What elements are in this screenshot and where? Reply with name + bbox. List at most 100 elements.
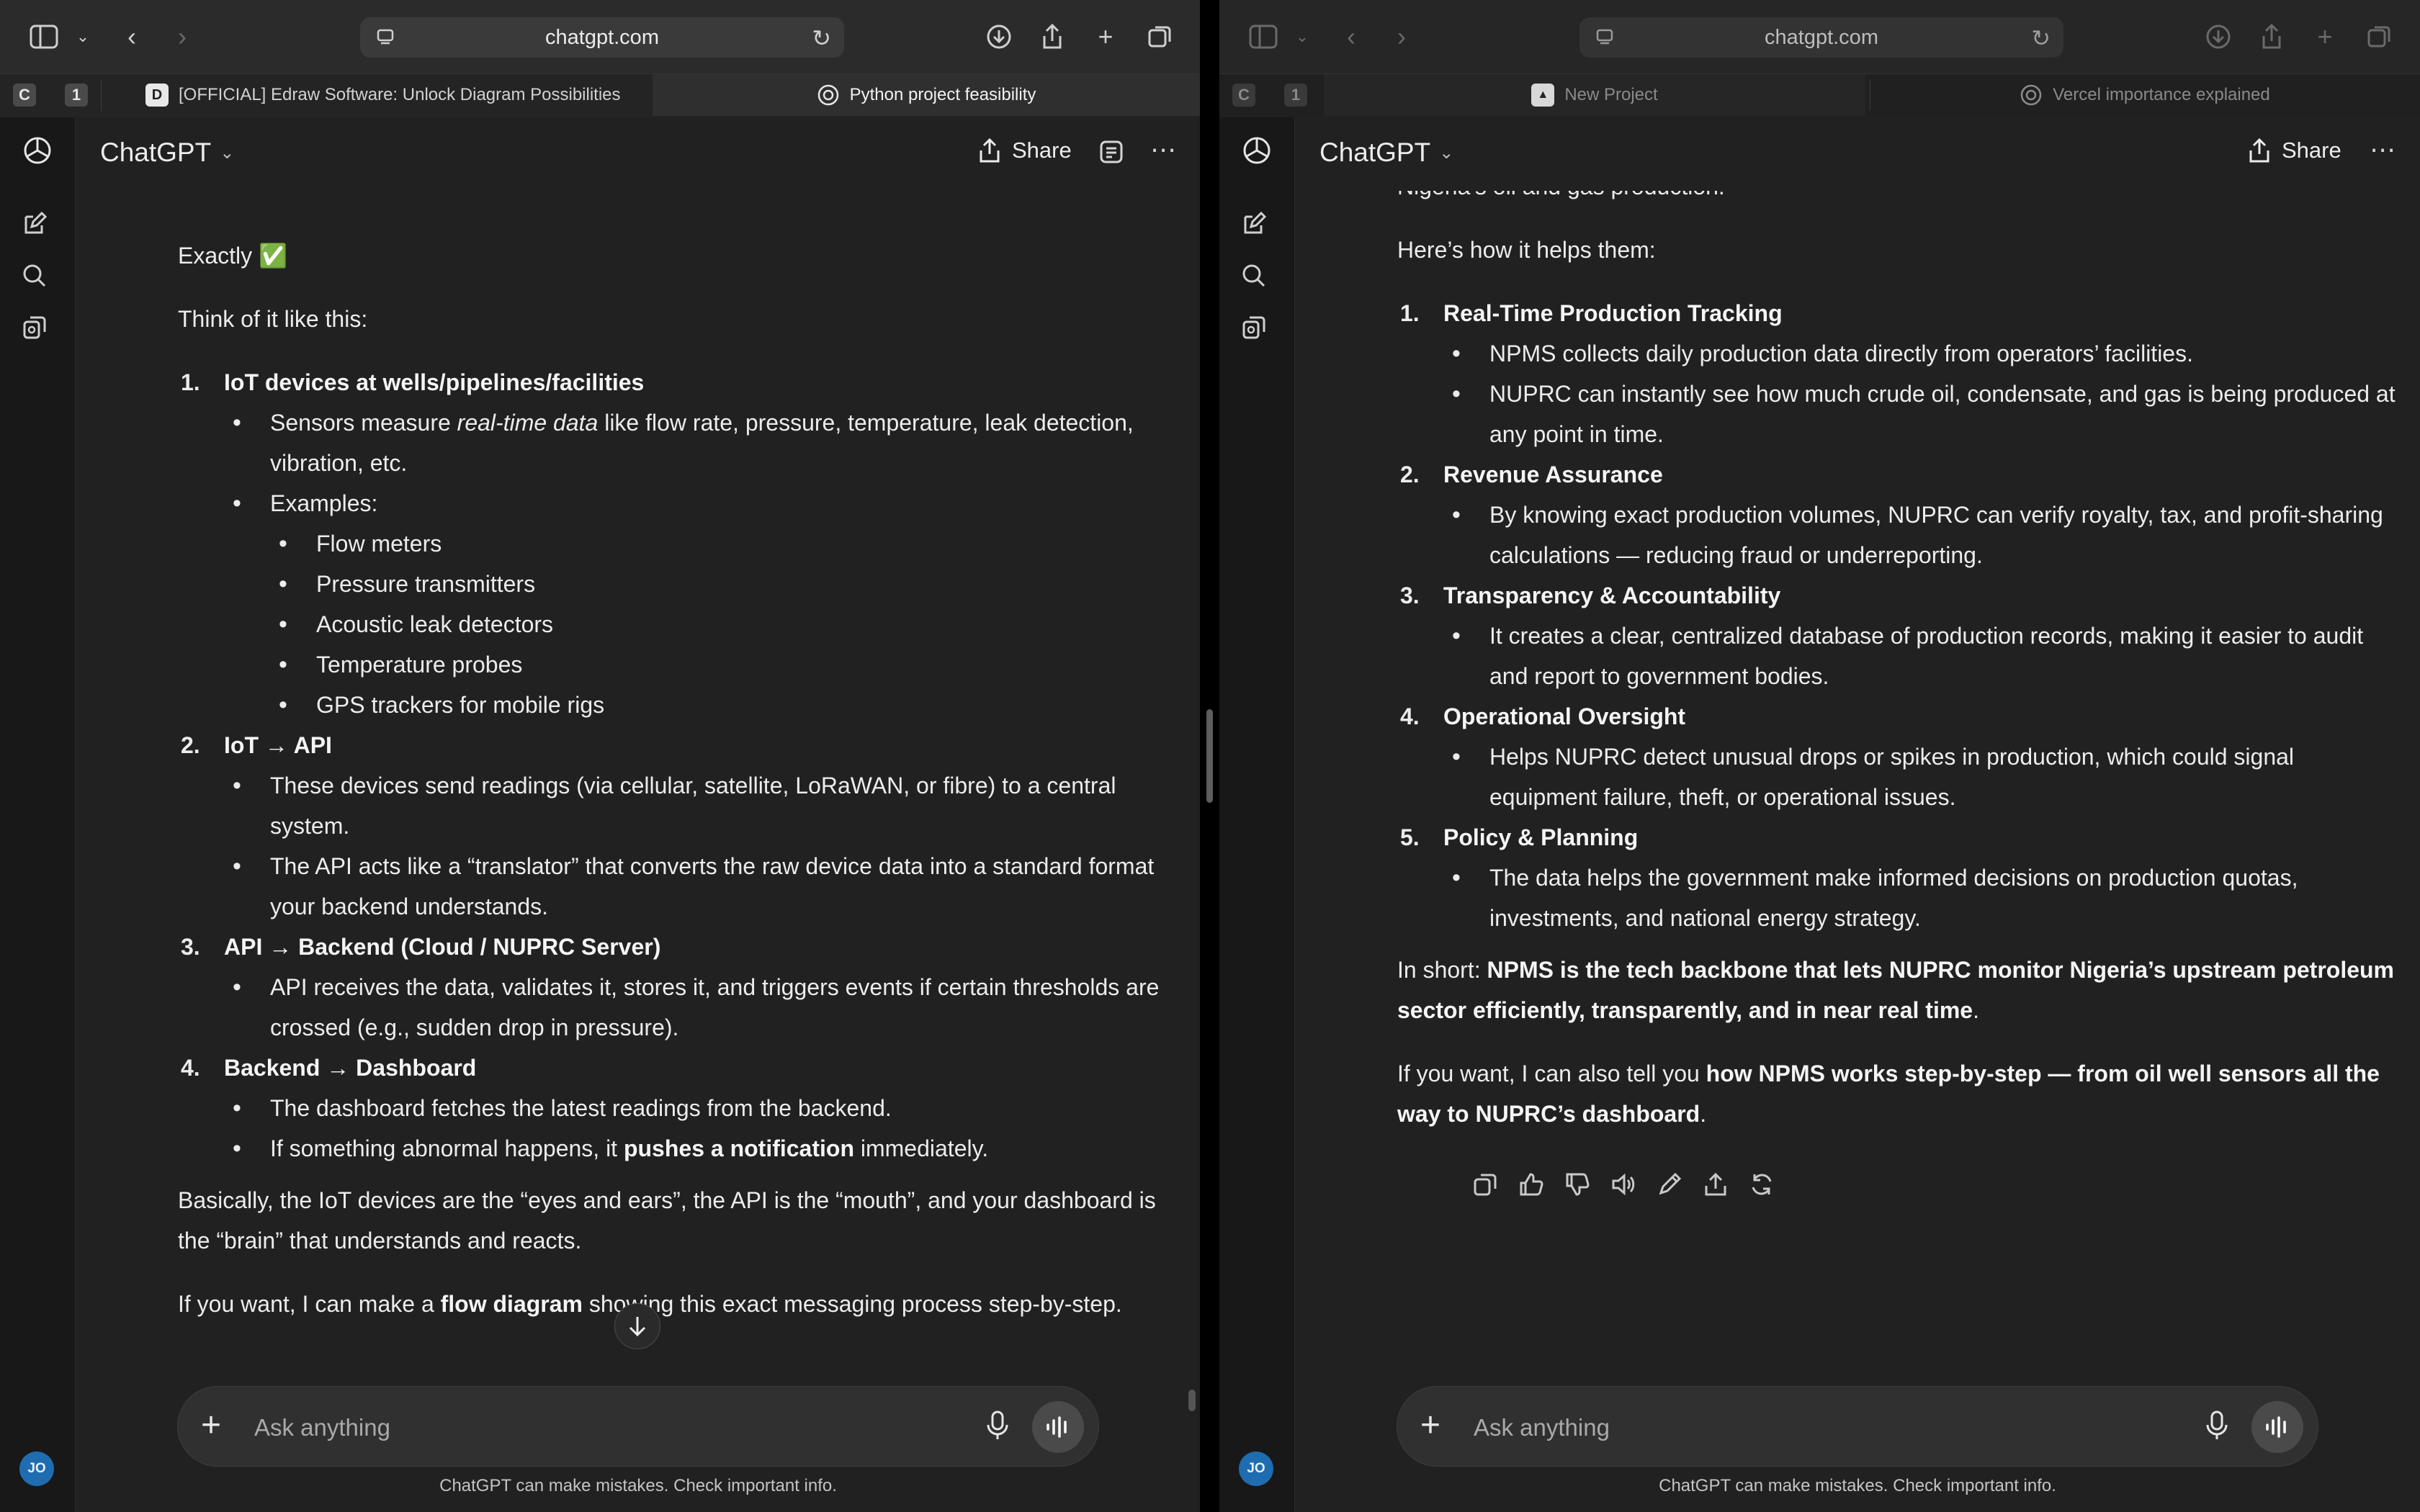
list-item: Flow meters bbox=[270, 523, 1179, 564]
pinned-tab-c[interactable]: C bbox=[13, 84, 36, 107]
point-title: Real-Time Production Tracking bbox=[1443, 300, 1783, 326]
more-options-icon[interactable]: ⋯ bbox=[1149, 137, 1178, 168]
openai-icon bbox=[817, 84, 840, 107]
point-title: Revenue Assurance bbox=[1443, 462, 1663, 487]
search-icon[interactable] bbox=[1241, 263, 1273, 294]
chevron-down-icon: ⌄ bbox=[1439, 143, 1454, 163]
downloads-icon[interactable] bbox=[2202, 20, 2235, 53]
openai-logo-icon[interactable] bbox=[1241, 135, 1273, 166]
chat-scroll-area: Nigeria’s oil and gas production. Here’s… bbox=[1295, 191, 2420, 1354]
pinned-tab-1[interactable]: 1 bbox=[1284, 84, 1307, 107]
chat-header: ChatGPT ⌄ Share ⋯ bbox=[76, 117, 1200, 191]
scrollbar-thumb[interactable] bbox=[1188, 1390, 1196, 1411]
library-icon[interactable] bbox=[1241, 315, 1273, 346]
plus-icon[interactable]: + bbox=[201, 1407, 221, 1444]
reload-icon[interactable]: ↻ bbox=[812, 24, 831, 52]
back-icon[interactable]: ‹ bbox=[1335, 20, 1368, 53]
sidebar-rail: JO bbox=[1219, 117, 1295, 1512]
tab-overview-icon[interactable] bbox=[1144, 20, 1177, 53]
chevron-down-icon[interactable]: ⌄ bbox=[1286, 20, 1319, 53]
avatar[interactable]: JO bbox=[1239, 1452, 1273, 1486]
step-title: Backend → Dashboard bbox=[224, 1055, 477, 1081]
tab-python-project[interactable]: Python project feasibility bbox=[653, 74, 1200, 116]
list-item: Helps NUPRC detect unusual drops or spik… bbox=[1443, 737, 2398, 817]
list-item: 2. IoT → API These devices send readings… bbox=[178, 725, 1179, 927]
microphone-icon[interactable] bbox=[2202, 1410, 2234, 1441]
tab-edraw[interactable]: D [OFFICIAL] Edraw Software: Unlock Diag… bbox=[130, 74, 648, 116]
chevron-down-icon: ⌄ bbox=[220, 143, 235, 163]
edit-canvas-icon[interactable] bbox=[1657, 1171, 1685, 1200]
disclaimer: ChatGPT can make mistakes. Check importa… bbox=[1659, 1476, 2056, 1495]
model-name: ChatGPT bbox=[100, 138, 212, 167]
microphone-icon[interactable] bbox=[983, 1410, 1015, 1441]
message-actions bbox=[1472, 1171, 1778, 1200]
waveform-icon bbox=[2266, 1416, 2286, 1438]
list-item: 4. Backend → Dashboard The dashboard fet… bbox=[178, 1048, 1179, 1169]
edraw-icon: D bbox=[145, 84, 169, 107]
list-item: Examples: Flow meters Pressure transmitt… bbox=[224, 483, 1179, 725]
tab-overview-icon[interactable] bbox=[2363, 20, 2396, 53]
share-button[interactable]: Share bbox=[977, 138, 1072, 163]
scroll-to-bottom-button[interactable] bbox=[614, 1303, 660, 1349]
address-bar[interactable]: chatgpt.com ↻ bbox=[1579, 17, 2063, 58]
share-icon[interactable] bbox=[1703, 1171, 1731, 1200]
voice-mode-button[interactable] bbox=[1032, 1401, 1084, 1453]
plus-icon[interactable]: + bbox=[1420, 1407, 1440, 1444]
address-text: chatgpt.com bbox=[1765, 25, 1878, 49]
share-label: Share bbox=[1012, 138, 1072, 163]
canvas-icon[interactable] bbox=[1098, 139, 1127, 168]
list-item: It creates a clear, centralized database… bbox=[1443, 616, 2398, 696]
new-chat-icon[interactable] bbox=[1241, 211, 1273, 243]
share-button[interactable]: Share bbox=[2247, 138, 2341, 163]
search-icon[interactable] bbox=[22, 263, 53, 294]
model-selector[interactable]: ChatGPT ⌄ bbox=[100, 138, 234, 168]
new-tab-icon[interactable]: + bbox=[1089, 20, 1122, 53]
message-paragraph: In short: NPMS is the tech backbone that… bbox=[1397, 957, 2394, 1023]
voice-mode-button[interactable] bbox=[2251, 1401, 2303, 1453]
address-bar[interactable]: chatgpt.com ↻ bbox=[360, 17, 844, 58]
composer: + bbox=[1397, 1386, 2318, 1467]
forward-icon: › bbox=[178, 22, 187, 51]
library-icon[interactable] bbox=[22, 315, 53, 346]
site-info-icon bbox=[1596, 29, 1613, 45]
downloads-icon[interactable] bbox=[982, 20, 1016, 53]
prompt-input[interactable] bbox=[1472, 1408, 2027, 1447]
chevron-down-icon[interactable]: ⌄ bbox=[66, 20, 99, 53]
reload-icon[interactable]: ↻ bbox=[2031, 24, 2051, 52]
list-item: If something abnormal happens, it pushes… bbox=[224, 1128, 1179, 1169]
regenerate-icon[interactable] bbox=[1749, 1171, 1778, 1200]
tab-vercel-importance[interactable]: Vercel importance explained bbox=[1870, 74, 2420, 116]
chat-scroll-area: Exactly ✅ Think of it like this: 1. IoT … bbox=[76, 191, 1200, 1354]
split-view-divider[interactable] bbox=[1200, 0, 1219, 1512]
browser-toolbar: ⌄ ‹ › chatgpt.com ↻ + bbox=[0, 0, 1200, 73]
new-tab-icon[interactable]: + bbox=[2308, 20, 2341, 53]
back-icon[interactable]: ‹ bbox=[115, 20, 148, 53]
list-item: Temperature probes bbox=[270, 644, 1179, 685]
sidebar-toggle-icon[interactable] bbox=[27, 20, 60, 53]
openai-logo-icon[interactable] bbox=[22, 135, 53, 166]
thumbs-up-icon[interactable] bbox=[1518, 1171, 1547, 1200]
list-item: 2. Revenue Assurance By knowing exact pr… bbox=[1397, 454, 2398, 575]
copy-icon[interactable] bbox=[1472, 1171, 1501, 1200]
divider-handle[interactable] bbox=[1206, 709, 1213, 803]
forward-icon: › bbox=[1397, 22, 1406, 51]
tab-new-project[interactable]: ▲ New Project bbox=[1324, 74, 1865, 116]
list-item: GPS trackers for mobile rigs bbox=[270, 685, 1179, 725]
pinned-tab-c[interactable]: C bbox=[1232, 84, 1255, 107]
avatar[interactable]: JO bbox=[19, 1452, 54, 1486]
prompt-input[interactable] bbox=[253, 1408, 808, 1447]
share-page-icon[interactable] bbox=[1036, 20, 1069, 53]
chat-header: ChatGPT ⌄ Share ⋯ bbox=[1295, 117, 2420, 191]
share-page-icon[interactable] bbox=[2255, 20, 2288, 53]
new-chat-icon[interactable] bbox=[22, 211, 53, 243]
more-options-icon[interactable]: ⋯ bbox=[2368, 137, 2397, 168]
pinned-tab-1[interactable]: 1 bbox=[65, 84, 88, 107]
sidebar-toggle-icon[interactable] bbox=[1247, 20, 1280, 53]
thumbs-down-icon[interactable] bbox=[1564, 1171, 1593, 1200]
address-text: chatgpt.com bbox=[545, 25, 659, 49]
scrollbar[interactable] bbox=[1188, 191, 1196, 1411]
share-label: Share bbox=[2282, 138, 2341, 163]
read-aloud-icon[interactable] bbox=[1610, 1171, 1639, 1200]
list-item: NPMS collects daily production data dire… bbox=[1443, 333, 2398, 374]
model-selector[interactable]: ChatGPT ⌄ bbox=[1319, 138, 1453, 168]
